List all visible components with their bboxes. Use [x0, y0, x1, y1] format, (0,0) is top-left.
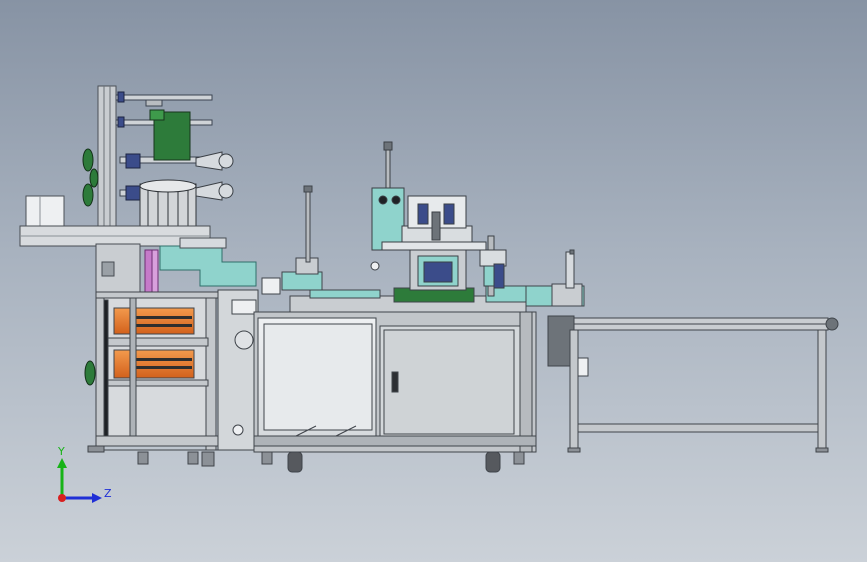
machine-assembly-drawing: Y Z [19, 85, 839, 503]
y-axis-label: Y [57, 445, 65, 458]
z-axis-label: Z [104, 487, 112, 500]
left-frame [87, 291, 219, 467]
output-conveyor [547, 315, 839, 453]
main-cabinet [253, 311, 537, 473]
press-tower [370, 141, 487, 291]
cad-viewport[interactable]: Y Z [0, 0, 867, 562]
coordinate-triad: Y Z [57, 445, 112, 503]
